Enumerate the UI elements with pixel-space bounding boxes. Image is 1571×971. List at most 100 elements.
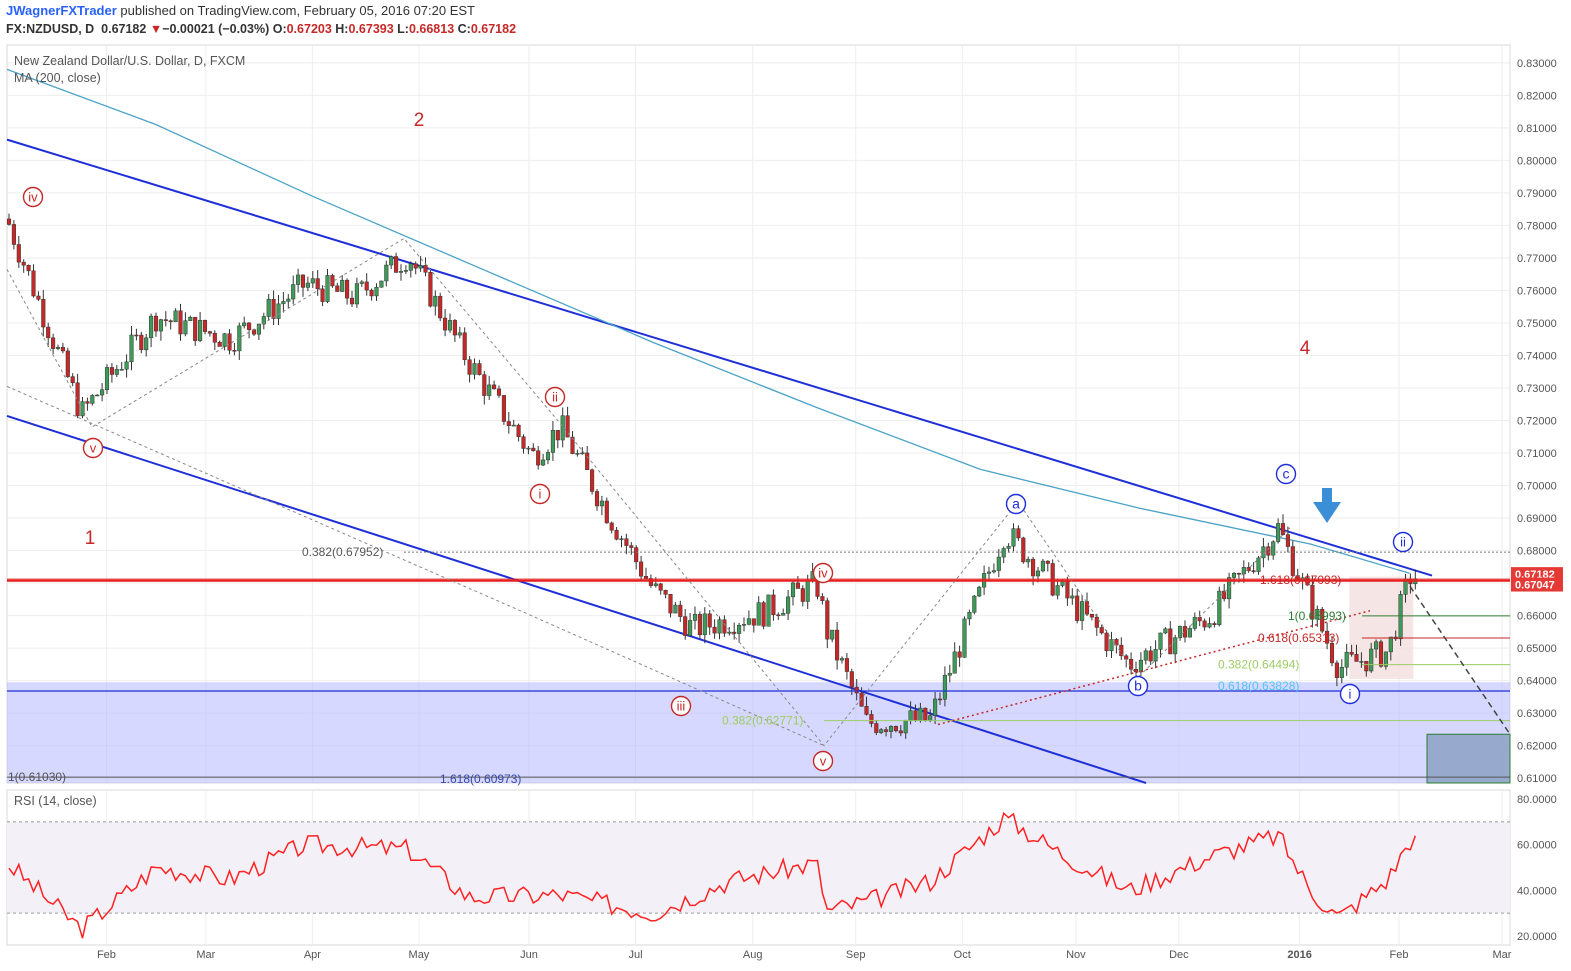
candle-body — [702, 613, 707, 636]
candle-body — [658, 583, 663, 591]
candle-body — [139, 334, 144, 351]
candle-body — [1192, 617, 1197, 629]
candle-body — [835, 629, 840, 661]
candle-body — [1187, 628, 1192, 638]
fib-label: 0.382(0.64494) — [1218, 658, 1299, 672]
candle-body — [1256, 557, 1261, 572]
candle-body — [158, 319, 163, 332]
candle-body — [492, 384, 497, 390]
candle-body — [781, 613, 786, 616]
time-axis[interactable]: Feb Mar Apr May Jun Jul Aug Sep Oct Nov Dec 2016 Feb… — [97, 949, 1512, 961]
wave-roman-label: iv — [818, 566, 828, 581]
candle-body — [41, 299, 46, 328]
candle-body — [1369, 648, 1374, 672]
candle-body — [790, 582, 796, 598]
candle-body — [908, 710, 913, 721]
time-tick-label: Feb — [1390, 949, 1409, 961]
candle-body — [1094, 616, 1099, 628]
candle-body — [6, 218, 12, 225]
rsi-tick-label: 40.0000 — [1517, 885, 1557, 897]
candle-body — [1143, 650, 1148, 661]
candle-body — [1026, 558, 1031, 563]
candle-body — [1163, 628, 1168, 634]
candle-body — [418, 265, 423, 269]
candle-body — [202, 319, 208, 332]
candle-body — [104, 367, 110, 390]
support-zone — [7, 682, 1510, 783]
ma-legend: MA (200, close) — [14, 71, 101, 85]
candle-body — [423, 265, 428, 273]
candle-body — [320, 288, 325, 302]
candle-body — [340, 279, 345, 292]
candle-body — [281, 301, 286, 305]
candle-body — [678, 604, 683, 617]
candle-body — [521, 436, 526, 449]
candle-body — [1006, 545, 1011, 549]
time-tick-label: Jun — [520, 949, 538, 961]
price-tick-label: 0.82000 — [1517, 90, 1557, 102]
candle-body — [639, 561, 644, 577]
time-tick-label: Oct — [954, 949, 971, 961]
candle-body — [776, 614, 781, 617]
candle-body — [1202, 620, 1207, 628]
candle-body — [550, 430, 555, 453]
candle-body — [766, 594, 771, 627]
candle-body — [918, 707, 923, 721]
candle-body — [1021, 537, 1026, 563]
candle-body — [1212, 623, 1217, 626]
candle-body — [232, 350, 237, 352]
candle-body — [1374, 641, 1379, 650]
candle-body — [893, 726, 898, 732]
fib-label: 0.618(0.63828) — [1218, 679, 1299, 693]
candle-body — [447, 320, 453, 331]
time-tick-label: Mar — [196, 949, 215, 961]
candle-body — [1207, 623, 1212, 628]
candle-body — [173, 310, 178, 323]
candle-body — [555, 430, 560, 441]
candle-body — [178, 310, 183, 335]
candle-body — [212, 332, 217, 343]
candle-body — [511, 424, 516, 427]
fib-label: 1.618(0.60973) — [440, 772, 521, 786]
candle-body — [1075, 595, 1080, 621]
candle-body — [51, 337, 56, 349]
candle-body — [937, 698, 943, 701]
time-tick-label: Dec — [1169, 949, 1189, 961]
price-axis[interactable]: 0.61000 0.62000 0.63000 0.64000 0.65000 0.660… — [1517, 58, 1557, 943]
candle-body — [957, 651, 962, 658]
rsi-tick-label: 80.0000 — [1517, 794, 1557, 806]
chart-title: New Zealand Dollar/U.S. Dollar, D, FXCM — [14, 54, 245, 68]
wave-abc-label: b — [1134, 678, 1142, 694]
candle-body — [95, 394, 100, 397]
candle-body — [310, 278, 315, 284]
candle-body — [722, 619, 727, 634]
candle-body — [389, 256, 394, 266]
candle-body — [947, 673, 952, 676]
candle-body — [394, 256, 399, 273]
candle-body — [874, 723, 879, 733]
candle-body — [1080, 601, 1085, 621]
price-tick-label: 0.79000 — [1517, 188, 1557, 200]
candle-body — [683, 616, 688, 636]
candle-body — [149, 315, 154, 339]
candle-body — [849, 671, 854, 688]
price-tick-label: 0.68000 — [1517, 546, 1557, 558]
candle-body — [188, 316, 193, 321]
candle-body — [619, 538, 624, 541]
chart-canvas[interactable]: 0.61000 0.62000 0.63000 0.64000 0.65000 0.660… — [0, 0, 1571, 971]
time-tick-label: 2016 — [1287, 949, 1311, 961]
candle-body — [1231, 572, 1237, 578]
candle-body — [741, 624, 747, 626]
candle-body — [786, 596, 791, 614]
candle-body — [1182, 626, 1188, 638]
candle-body — [374, 286, 379, 297]
price-pane[interactable] — [6, 44, 1511, 784]
candle-body — [972, 595, 977, 613]
candle-body — [1359, 661, 1364, 663]
candle-body — [1104, 632, 1109, 652]
candle-body — [585, 452, 590, 470]
candle-body — [65, 350, 70, 377]
wave-roman-label: ii — [1400, 535, 1406, 550]
time-tick-label: Mar — [1493, 949, 1512, 961]
candle-body — [756, 602, 761, 626]
